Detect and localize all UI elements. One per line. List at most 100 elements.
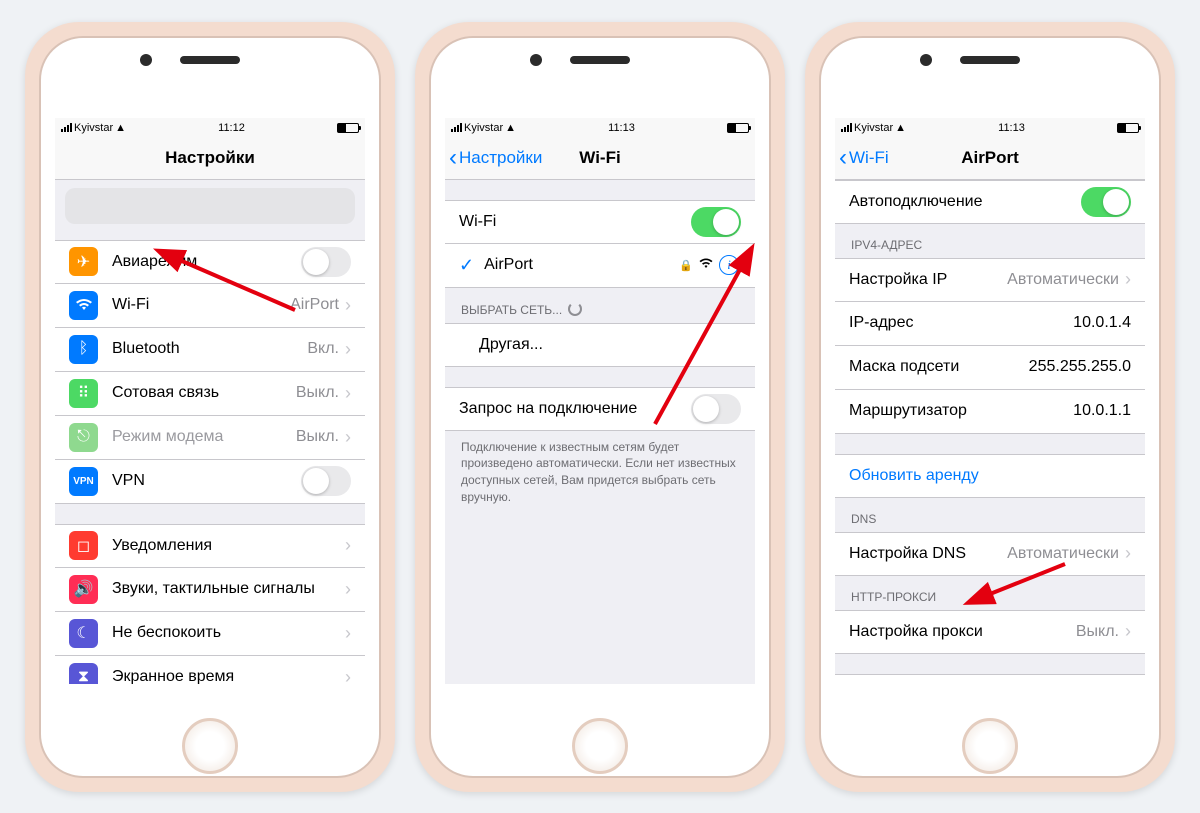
battery-icon [727, 123, 749, 133]
choose-network-header: ВЫБРАТЬ СЕТЬ... [445, 288, 755, 323]
row-connected-network[interactable]: ✓AirPort🔒i [445, 244, 755, 288]
row-value: 10.0.1.1 [1073, 402, 1131, 420]
row-value: AirPort [290, 296, 339, 314]
row-value: 255.255.255.0 [1029, 358, 1131, 376]
back-button[interactable]: ‹Wi-Fi [835, 146, 889, 170]
row-label: Авиарежим [112, 253, 301, 271]
footer-note: Подключение к известным сетям будет прои… [445, 431, 755, 520]
row-cellular[interactable]: ⠿Сотовая связьВыкл.› [55, 372, 365, 416]
row-wifi-toggle[interactable]: Wi-Fi [445, 200, 755, 244]
home-button[interactable] [572, 718, 628, 774]
row-vpn[interactable]: VPNVPN [55, 460, 365, 504]
row-label: Сотовая связь [112, 384, 296, 402]
row-value: Вкл. [307, 340, 339, 358]
chevron-right-icon: › [1125, 621, 1131, 642]
row-dns-config[interactable]: Настройка DNSАвтоматически› [835, 532, 1145, 576]
row-label: Wi-Fi [459, 213, 691, 231]
row-label: Режим модема [112, 428, 296, 446]
airplane-toggle[interactable] [301, 247, 351, 277]
carrier-label: Kyivstar [854, 122, 893, 134]
bluetooth-icon: ᛒ [69, 335, 98, 364]
row-label: Автоподключение [849, 193, 1081, 211]
row-ask-to-join[interactable]: Запрос на подключение [445, 387, 755, 431]
row-label: Маска подсети [849, 358, 1029, 376]
row-dnd[interactable]: ☾ Не беспокоить› [55, 612, 365, 656]
lock-icon: 🔒 [679, 259, 693, 272]
chevron-right-icon: › [345, 579, 351, 600]
search-placeholder[interactable] [65, 188, 355, 224]
airplane-icon: ✈ [69, 247, 98, 276]
back-label: Wi-Fi [849, 148, 889, 168]
dns-header: DNS [835, 498, 1145, 532]
speaker-slot [180, 56, 240, 64]
chevron-right-icon: › [345, 667, 351, 684]
row-wifi[interactable]: Wi-FiAirPort› [55, 284, 365, 328]
chevron-right-icon: › [1125, 269, 1131, 290]
row-hotspot[interactable]: ⎋Режим модемаВыкл.› [55, 416, 365, 460]
chevron-left-icon: ‹ [449, 146, 457, 170]
row-label: Не беспокоить [112, 624, 345, 642]
vpn-icon: VPN [69, 467, 98, 496]
front-camera [530, 54, 542, 66]
row-label: Маршрутизатор [849, 402, 1073, 420]
row-value: Выкл. [1076, 623, 1119, 641]
row-label: IP-адрес [849, 314, 1073, 332]
status-bar: Kyivstar▲ 11:13 [835, 118, 1145, 138]
battery-icon [337, 123, 359, 133]
row-bluetooth[interactable]: ᛒBluetoothВкл.› [55, 328, 365, 372]
row-label: Звуки, тактильные сигналы [112, 580, 345, 598]
home-button[interactable] [182, 718, 238, 774]
vpn-toggle[interactable] [301, 466, 351, 496]
screen-wifi: Kyivstar▲ 11:13 ‹Настройки Wi-Fi Wi-Fi ✓… [445, 118, 755, 684]
status-time: 11:12 [218, 122, 245, 134]
chevron-right-icon: › [345, 623, 351, 644]
phone-1: Kyivstar▲ 11:12 Настройки ✈Авиарежим Wi-… [25, 22, 395, 792]
row-sounds[interactable]: 🔊 Звуки, тактильные сигналы› [55, 568, 365, 612]
row-label: Экранное время [112, 668, 345, 684]
row-value: 10.0.1.4 [1073, 314, 1131, 332]
row-autojoin[interactable]: Автоподключение [835, 180, 1145, 224]
row-value: Автоматически [1007, 271, 1119, 289]
row-other-network[interactable]: Другая... [445, 323, 755, 367]
row-airplane[interactable]: ✈ Авиарежим [55, 240, 365, 284]
ask-toggle[interactable] [691, 394, 741, 424]
info-icon[interactable]: i [719, 255, 739, 275]
row-screentime[interactable]: ⧗Экранное время› [55, 656, 365, 684]
wifi-strength-icon [699, 256, 713, 274]
row-proxy-config[interactable]: Настройка проксиВыкл. › [835, 610, 1145, 654]
spinner-icon [568, 302, 582, 316]
home-button[interactable] [962, 718, 1018, 774]
row-router: Маршрутизатор10.0.1.1 [835, 390, 1145, 434]
row-value: Выкл. [296, 428, 339, 446]
checkmark-icon: ✓ [459, 255, 474, 276]
autojoin-toggle[interactable] [1081, 187, 1131, 217]
status-time: 11:13 [998, 122, 1025, 134]
carrier-label: Kyivstar [464, 122, 503, 134]
chevron-right-icon: › [345, 427, 351, 448]
row-renew-lease[interactable]: Обновить аренду [835, 454, 1145, 498]
row-label: Другая... [479, 336, 741, 354]
chevron-right-icon: › [1125, 543, 1131, 564]
screen-settings: Kyivstar▲ 11:12 Настройки ✈Авиарежим Wi-… [55, 118, 365, 684]
back-label: Настройки [459, 148, 542, 168]
row-label: Обновить аренду [849, 467, 1131, 485]
speaker-slot [570, 56, 630, 64]
sounds-icon: 🔊 [69, 575, 98, 604]
chevron-right-icon: › [345, 339, 351, 360]
moon-icon: ☾ [69, 619, 98, 648]
chevron-right-icon: › [345, 383, 351, 404]
nav-bar: ‹Wi-Fi AirPort [835, 138, 1145, 180]
wifi-toggle[interactable] [691, 207, 741, 237]
signal-icon [451, 123, 462, 132]
speaker-slot [960, 56, 1020, 64]
row-value: Автоматически [1007, 545, 1119, 563]
row-manage-network[interactable]: Управлять этой сетью [835, 674, 1145, 684]
phone-3: Kyivstar▲ 11:13 ‹Wi-Fi AirPort Автоподкл… [805, 22, 1175, 792]
row-label: Уведомления [112, 537, 345, 555]
battery-icon [1117, 123, 1139, 133]
screen-airport: Kyivstar▲ 11:13 ‹Wi-Fi AirPort Автоподкл… [835, 118, 1145, 684]
row-notifications[interactable]: ◻Уведомления› [55, 524, 365, 568]
back-button[interactable]: ‹Настройки [445, 146, 542, 170]
row-ip-config[interactable]: Настройка IPАвтоматически› [835, 258, 1145, 302]
row-label: Настройка прокси [849, 623, 1076, 641]
